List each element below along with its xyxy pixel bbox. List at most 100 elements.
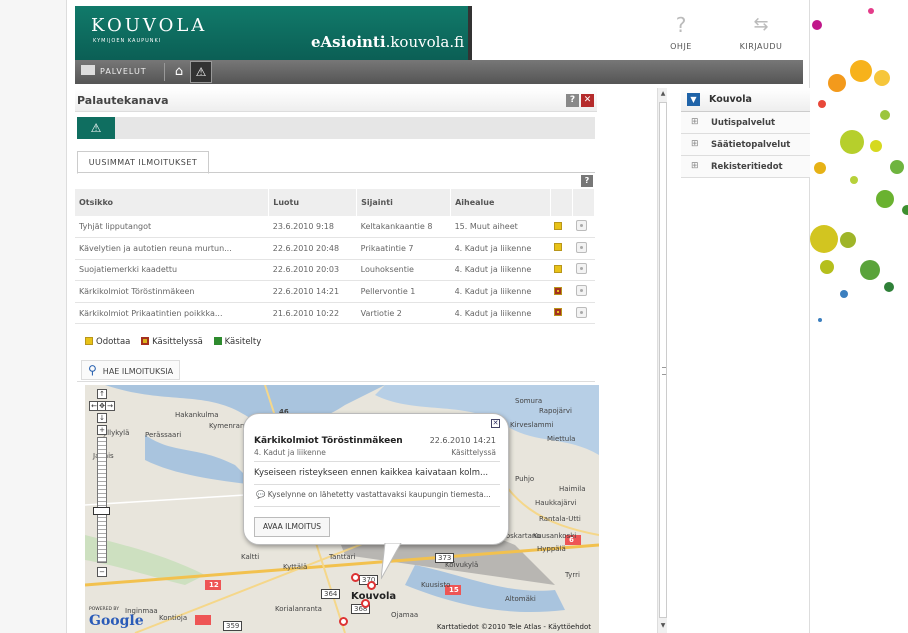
popup-close-icon[interactable]: ✕ — [491, 419, 500, 428]
panel-header: Palautekanava ? ✕ — [75, 88, 597, 112]
view-on-map-icon[interactable] — [576, 285, 588, 297]
expand-icon[interactable]: ⊞ — [691, 117, 699, 127]
warning-icon[interactable]: ⚠ — [190, 61, 212, 83]
popup-pointer — [381, 543, 402, 580]
eservice-title-bold: eAsiointi — [311, 33, 386, 51]
brand-subtitle: KYMIJOEN KAUPUNKI — [93, 38, 162, 44]
column-category[interactable]: Aihealue — [450, 189, 551, 216]
cell-status — [550, 302, 573, 325]
pan-down-icon[interactable]: ↓ — [97, 413, 107, 423]
column-location[interactable]: Sijainti — [356, 189, 452, 216]
table-help-icon[interactable]: ? — [581, 175, 593, 187]
pan-up-icon[interactable]: ↑ — [97, 389, 107, 399]
google-logo[interactable]: Google — [89, 613, 144, 629]
services-menu-button[interactable]: PALVELUT — [81, 65, 147, 76]
report-marker[interactable] — [361, 599, 370, 608]
report-marker[interactable] — [367, 581, 376, 590]
map-place-label: Ojamaa — [391, 611, 419, 619]
map-place-label: Kyttälä — [283, 563, 308, 571]
map-place-label: Tyrri — [565, 571, 580, 579]
pan-right-icon[interactable]: → — [105, 401, 115, 411]
cell-action — [572, 280, 595, 303]
table-row[interactable]: Kävelytien ja autotien reuna murtun... 2… — [75, 237, 595, 260]
map-road-number: 373 — [435, 553, 455, 563]
cell-status — [550, 216, 573, 239]
scroll-down-icon[interactable]: ▼ — [659, 622, 667, 630]
legend-waiting: Odottaa — [85, 337, 134, 347]
column-actions — [572, 189, 596, 216]
cell-created: 22.6.2010 20:03 — [268, 259, 357, 282]
warning-tab-icon[interactable]: ⚠ — [77, 117, 115, 139]
map-place-label: Haukkajärvi — [535, 499, 577, 507]
tab-latest-reports[interactable]: UUSIMMAT ILMOITUKSET — [77, 151, 209, 174]
cell-created: 23.6.2010 9:18 — [268, 216, 357, 239]
eservice-title: eAsiointi.kouvola.fi — [311, 33, 464, 51]
header-divider — [468, 6, 472, 60]
status-legend: Odottaa Käsittelyssä Käsitelty — [85, 337, 269, 347]
help-button[interactable]: ? OHJE — [651, 14, 711, 51]
login-button[interactable]: ⇆ KIRJAUDU — [731, 14, 791, 51]
map-road-number: 12 — [209, 581, 219, 589]
panel-scrollbar[interactable]: ▲ ▼ — [657, 88, 667, 633]
cell-title[interactable]: Tyhjät lipputangot — [75, 216, 269, 239]
services-icon — [81, 65, 95, 75]
status-processing-icon — [554, 308, 563, 317]
search-reports-button[interactable]: ⚲ HAE ILMOITUKSIA — [81, 360, 181, 380]
table-row[interactable]: Kärkikolmiot Töröstinmäkeen 22.6.2010 14… — [75, 280, 595, 303]
map-place-label: Perässaari — [145, 431, 182, 439]
open-report-button[interactable]: AVAA ILMOITUS — [254, 517, 330, 537]
help-icon: ? — [675, 13, 687, 37]
decor-dot — [876, 190, 894, 208]
expand-icon[interactable]: ⊞ — [691, 161, 699, 171]
scroll-up-icon[interactable]: ▲ — [659, 90, 667, 98]
popup-category: 4. Kadut ja liikenne — [254, 448, 326, 457]
table-row[interactable]: Suojatiemerkki kaadettu 22.6.2010 20:03 … — [75, 259, 595, 282]
map-place-label: Korialanranta — [275, 605, 322, 613]
table-row[interactable]: Kärkikolmiot Prikaatintien poikkka... 21… — [75, 302, 595, 325]
zoom-slider[interactable] — [97, 437, 107, 563]
status-processing-icon — [554, 286, 563, 295]
table-row[interactable]: Tyhjät lipputangot 23.6.2010 9:18 Keltak… — [75, 216, 595, 239]
brand-banner[interactable]: KOUVOLA KYMIJOEN KAUPUNKI eAsiointi.kouv… — [75, 6, 468, 60]
sidebar-item-label: Uutispalvelut — [711, 118, 776, 128]
brand-logo: KOUVOLA — [91, 15, 208, 36]
report-marker[interactable] — [339, 617, 348, 626]
legend-processing: Käsittelyssä — [141, 337, 207, 347]
view-on-map-icon[interactable] — [576, 263, 588, 275]
view-on-map-icon[interactable] — [576, 306, 588, 318]
panel-help-icon[interactable]: ? — [566, 94, 579, 107]
report-marker[interactable] — [351, 573, 360, 582]
legend-waiting-swatch — [85, 337, 93, 345]
decor-dot — [890, 160, 904, 174]
decor-dot — [870, 140, 882, 152]
map-road-number: 15 — [449, 586, 459, 594]
cell-title[interactable]: Suojatiemerkki kaadettu — [75, 259, 269, 282]
map-place-label: Puhjo — [515, 475, 535, 483]
zoom-slider-thumb[interactable] — [93, 507, 110, 515]
sidebar-item-label: Rekisteritiedot — [711, 162, 783, 172]
scrollbar-thumb[interactable] — [659, 102, 667, 618]
collapse-arrow-icon[interactable]: ▼ — [687, 93, 700, 106]
home-icon[interactable]: ⌂ — [170, 63, 188, 81]
map-view[interactable]: Hakankulma Kymenranta Perässaari Myllyky… — [85, 385, 599, 633]
decor-dot — [820, 260, 834, 274]
column-created[interactable]: Luotu — [268, 189, 358, 216]
popup-response-note: 💬 Kyselynne on lähetetty vastattavaksi k… — [256, 490, 491, 499]
main-toolbar: PALVELUT ⌂ ⚠ — [75, 60, 803, 84]
cell-title[interactable]: Kärkikolmiot Prikaatintien poikkka... — [75, 302, 269, 325]
decor-dot — [812, 20, 822, 30]
column-title[interactable]: Otsikko — [75, 189, 270, 216]
map-copyright[interactable]: Karttatiedot ©2010 Tele Atlas - Käyttöeh… — [437, 623, 591, 631]
cell-category: 4. Kadut ja liikenne — [450, 237, 551, 260]
cell-status — [550, 259, 573, 282]
zoom-out-icon[interactable]: − — [97, 567, 107, 577]
view-on-map-icon[interactable] — [576, 241, 588, 253]
cell-title[interactable]: Kävelytien ja autotien reuna murtun... — [75, 237, 269, 260]
map-place-label: Haimila — [559, 485, 586, 493]
panel-close-icon[interactable]: ✕ — [581, 94, 594, 107]
expand-icon[interactable]: ⊞ — [691, 139, 699, 149]
view-on-map-icon[interactable] — [576, 220, 588, 232]
services-label: PALVELUT — [100, 67, 147, 76]
zoom-in-icon[interactable]: + — [97, 425, 107, 435]
cell-title[interactable]: Kärkikolmiot Töröstinmäkeen — [75, 280, 269, 303]
